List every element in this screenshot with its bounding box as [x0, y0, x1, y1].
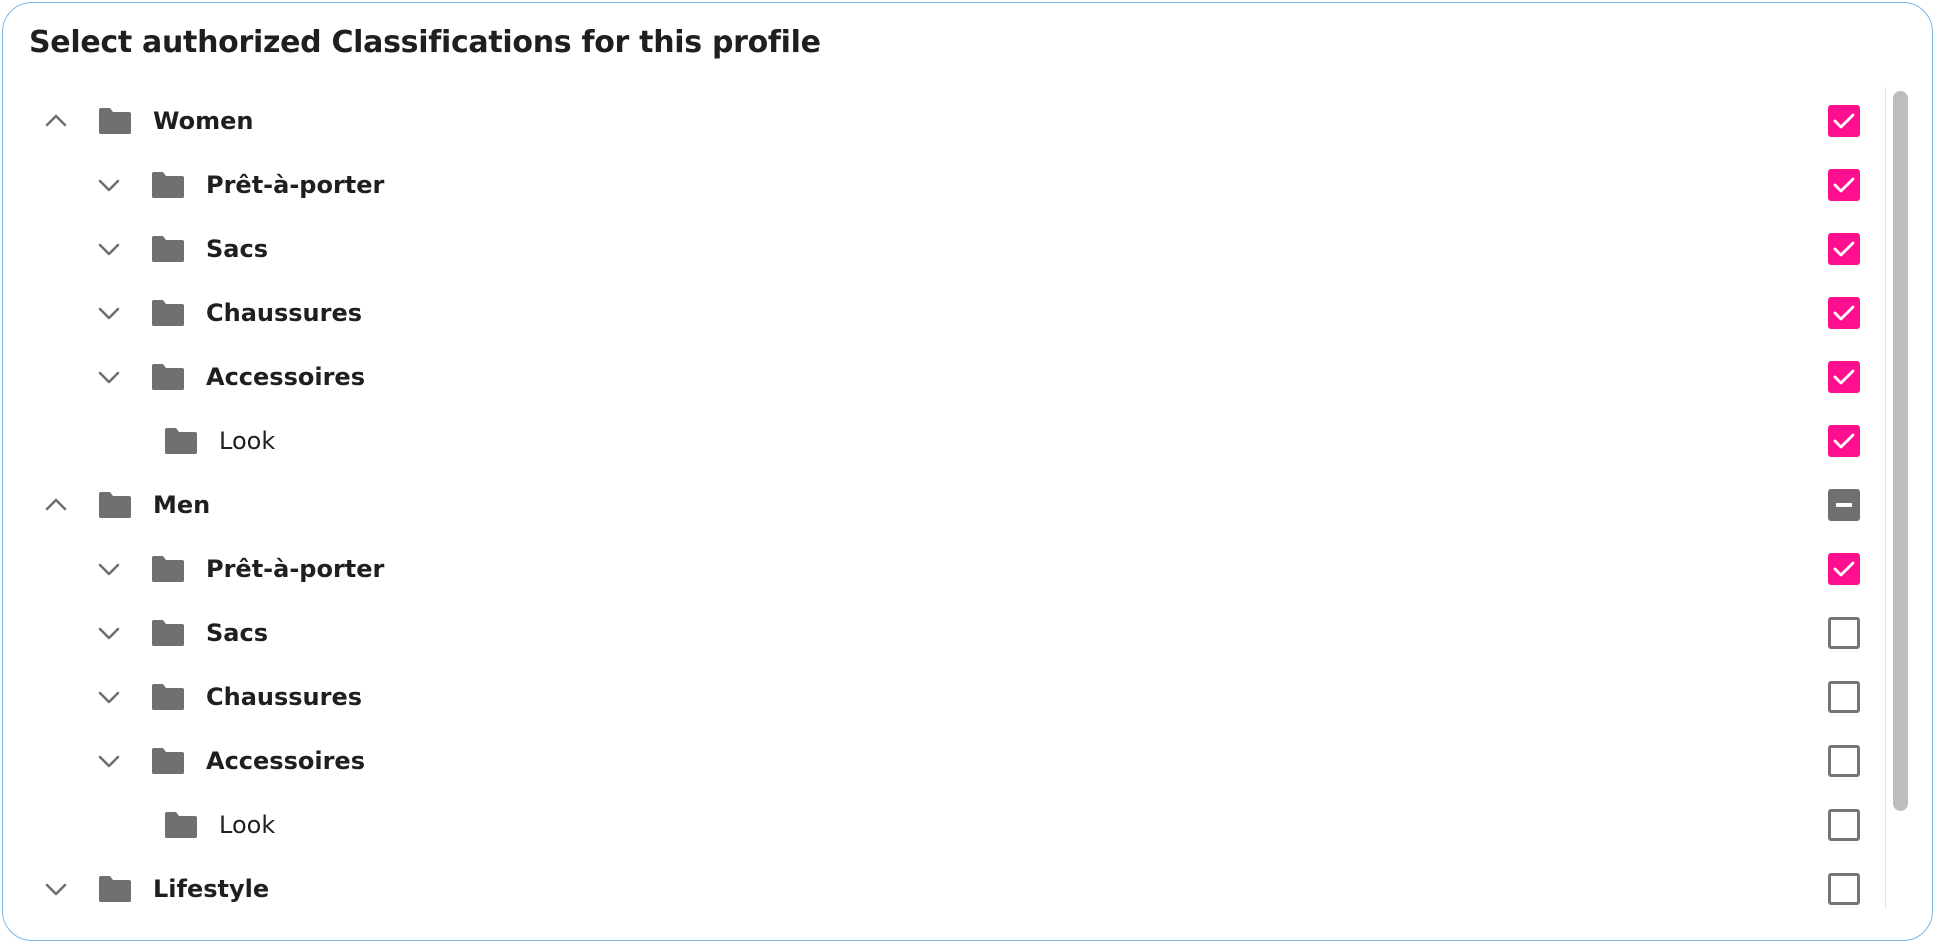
tree-item-checkbox[interactable] — [1828, 297, 1860, 329]
check-icon — [1833, 432, 1855, 450]
chevron-down-icon[interactable] — [95, 748, 123, 774]
classification-panel: Select authorized Classifications for th… — [2, 2, 1933, 941]
tree-item-checkbox[interactable] — [1828, 553, 1860, 585]
tree-row[interactable]: Chaussures — [3, 665, 1883, 729]
folder-icon — [150, 682, 186, 712]
check-icon — [1833, 560, 1855, 578]
chevron-up-icon[interactable] — [42, 108, 70, 134]
folder-icon — [150, 362, 186, 392]
tree-item-label: Sacs — [206, 235, 268, 263]
tree-item-checkbox[interactable] — [1828, 361, 1860, 393]
tree-item-checkbox[interactable] — [1828, 169, 1860, 201]
tree-row[interactable]: Look — [3, 409, 1883, 473]
check-icon — [1833, 304, 1855, 322]
tree-item-checkbox[interactable] — [1828, 681, 1860, 713]
tree-item-label: Men — [153, 491, 211, 519]
tree-item-label: Prêt-à-porter — [206, 171, 385, 199]
tree-row[interactable]: Women — [3, 89, 1883, 153]
tree-item-label: Accessoires — [206, 363, 365, 391]
panel-title: Select authorized Classifications for th… — [29, 25, 821, 60]
tree-row[interactable]: Men — [3, 473, 1883, 537]
tree-item-label: Chaussures — [206, 299, 363, 327]
chevron-down-icon[interactable] — [95, 172, 123, 198]
tree-row[interactable]: Sacs — [3, 217, 1883, 281]
tree-item-label: Lifestyle — [153, 875, 270, 903]
tree-item-label: Look — [219, 811, 276, 839]
chevron-down-icon[interactable] — [42, 876, 70, 902]
tree-item-label: Accessoires — [206, 747, 365, 775]
tree-row[interactable]: Prêt-à-porter — [3, 537, 1883, 601]
chevron-down-icon[interactable] — [95, 620, 123, 646]
tree-item-checkbox[interactable] — [1828, 105, 1860, 137]
tree-row[interactable]: Accessoires — [3, 345, 1883, 409]
chevron-up-icon[interactable] — [42, 492, 70, 518]
classification-tree: Women Prêt-à-porter Sacs Chaussures Accessoi… — [3, 89, 1883, 909]
chevron-down-icon[interactable] — [95, 684, 123, 710]
scrollbar-thumb[interactable] — [1893, 91, 1908, 811]
tree-item-checkbox[interactable] — [1828, 489, 1860, 521]
folder-icon — [97, 874, 133, 904]
tree-item-checkbox[interactable] — [1828, 233, 1860, 265]
tree-row[interactable]: Prêt-à-porter — [3, 153, 1883, 217]
tree-row[interactable]: Chaussures — [3, 281, 1883, 345]
tree-item-checkbox[interactable] — [1828, 873, 1860, 905]
tree-item-checkbox[interactable] — [1828, 809, 1860, 841]
chevron-down-icon[interactable] — [95, 236, 123, 262]
minus-icon — [1835, 502, 1853, 508]
tree-item-label: Look — [219, 427, 276, 455]
tree-row[interactable]: Accessoires — [3, 729, 1883, 793]
tree-item-checkbox[interactable] — [1828, 745, 1860, 777]
chevron-down-icon[interactable] — [95, 300, 123, 326]
folder-icon — [150, 170, 186, 200]
check-icon — [1833, 368, 1855, 386]
folder-icon — [150, 234, 186, 264]
tree-item-label: Women — [153, 107, 254, 135]
chevron-down-icon[interactable] — [95, 364, 123, 390]
check-icon — [1833, 112, 1855, 130]
chevron-down-icon[interactable] — [95, 556, 123, 582]
tree-item-label: Prêt-à-porter — [206, 555, 385, 583]
folder-icon — [97, 490, 133, 520]
tree-row[interactable]: Look — [3, 793, 1883, 857]
tree-item-label: Chaussures — [206, 683, 363, 711]
tree-row[interactable]: Lifestyle — [3, 857, 1883, 921]
folder-icon — [150, 554, 186, 584]
tree-row[interactable]: Sacs — [3, 601, 1883, 665]
folder-icon — [150, 298, 186, 328]
tree-item-checkbox[interactable] — [1828, 425, 1860, 457]
folder-icon — [163, 810, 199, 840]
folder-icon — [163, 426, 199, 456]
folder-icon — [150, 746, 186, 776]
check-icon — [1833, 240, 1855, 258]
check-icon — [1833, 176, 1855, 194]
tree-item-label: Sacs — [206, 619, 268, 647]
folder-icon — [150, 618, 186, 648]
folder-icon — [97, 106, 133, 136]
tree-item-checkbox[interactable] — [1828, 617, 1860, 649]
